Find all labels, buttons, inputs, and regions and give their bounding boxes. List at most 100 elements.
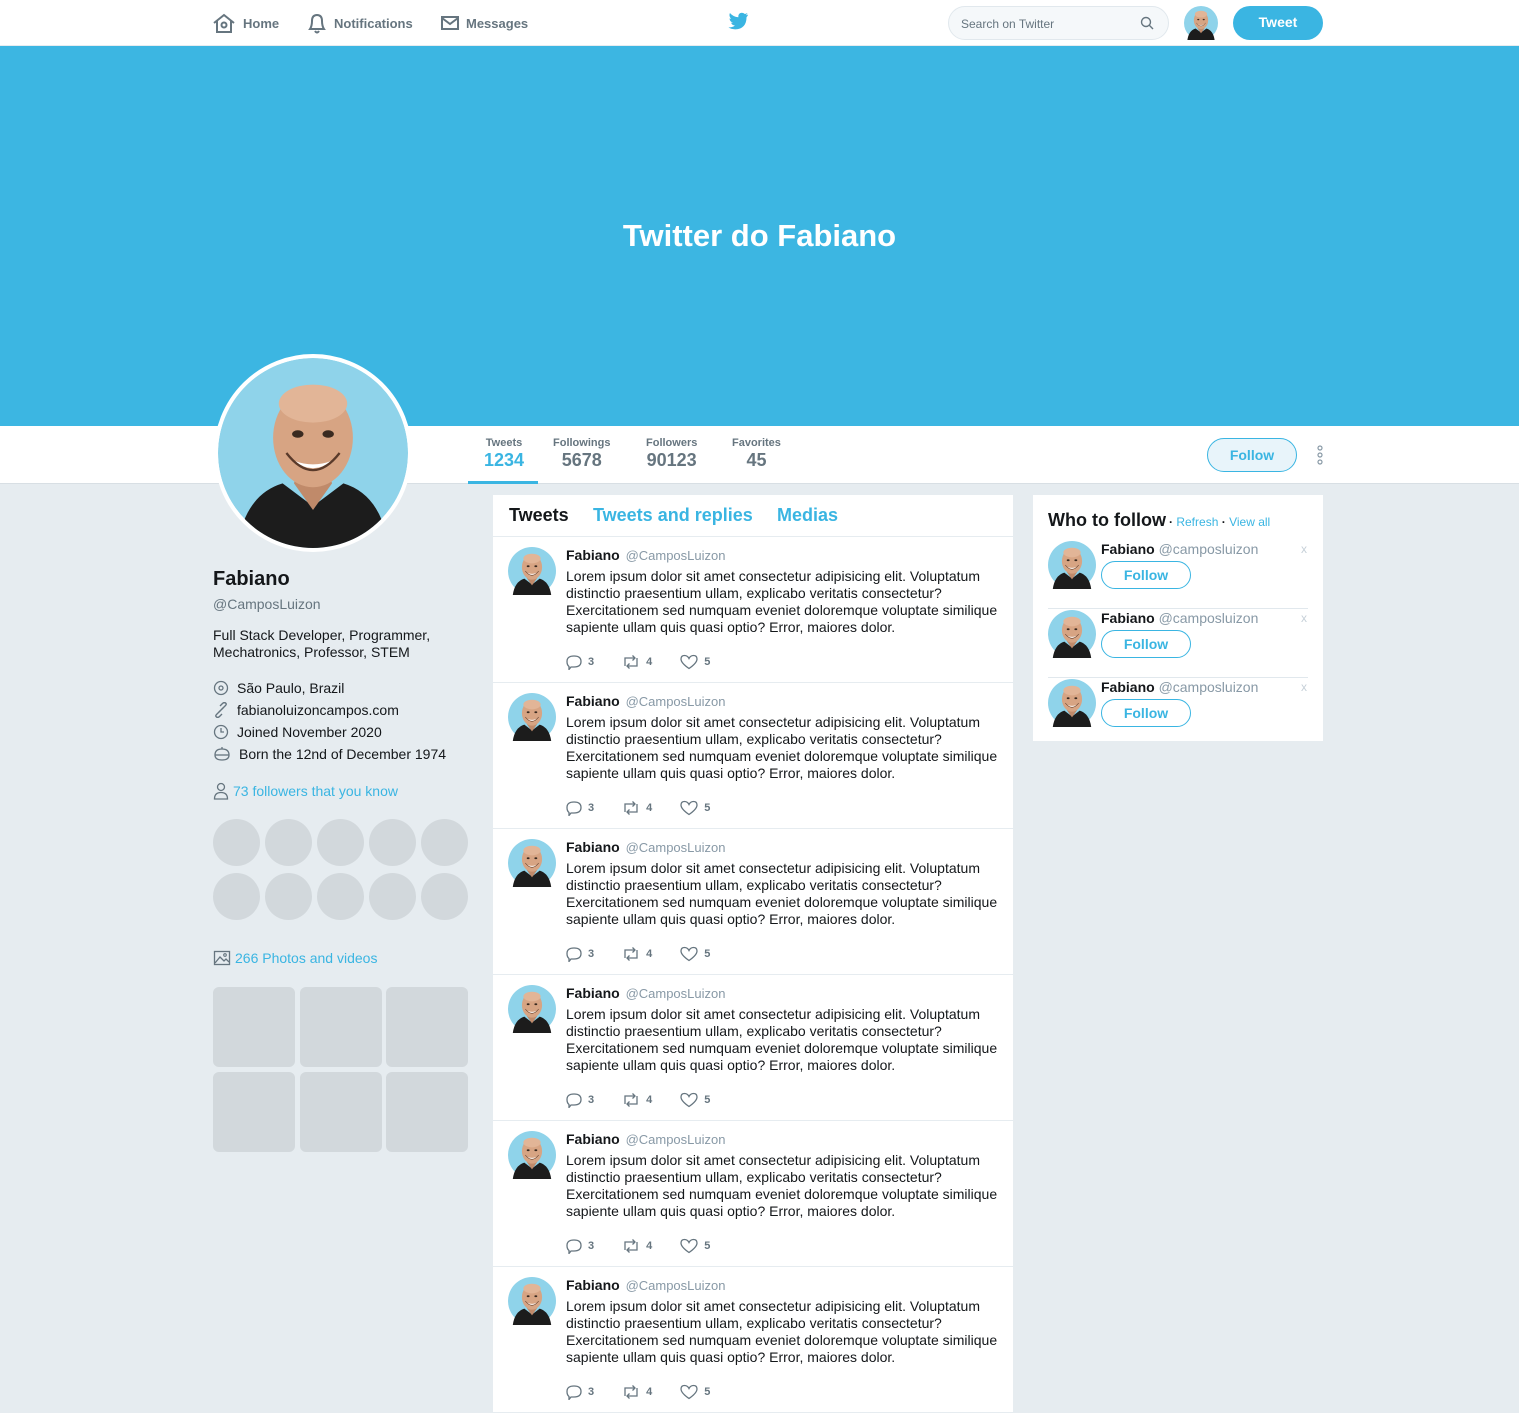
follower-avatar[interactable] xyxy=(265,819,312,866)
tweet-button[interactable]: Tweet xyxy=(1233,6,1323,40)
tweet[interactable]: Fabiano @CamposLuizon Lorem ipsum dolor … xyxy=(493,1121,1013,1267)
follower-avatar[interactable] xyxy=(369,873,416,920)
reply-button[interactable]: 3 xyxy=(566,1092,594,1108)
media-thumbnail[interactable] xyxy=(386,987,468,1067)
tweet-avatar[interactable] xyxy=(508,1277,556,1325)
reply-button[interactable]: 3 xyxy=(566,1238,594,1254)
suggestion-handle[interactable]: @camposluizon xyxy=(1159,541,1259,557)
profile-website-text[interactable]: fabianoluizoncampos.com xyxy=(237,702,399,718)
profile-avatar[interactable] xyxy=(214,354,412,552)
tweet-author-name[interactable]: Fabiano xyxy=(566,693,620,709)
tab-tweets[interactable]: Tweets xyxy=(509,505,569,526)
reply-button[interactable]: 3 xyxy=(566,654,594,670)
tweet-author-handle[interactable]: @CamposLuizon xyxy=(626,548,726,563)
twitter-bird-icon[interactable] xyxy=(728,12,749,30)
dismiss-button[interactable]: x xyxy=(1301,611,1307,625)
like-button[interactable]: 5 xyxy=(680,1092,710,1108)
retweet-button[interactable]: 4 xyxy=(622,1092,652,1108)
tweet-author-name[interactable]: Fabiano xyxy=(566,1131,620,1147)
profile-website[interactable]: fabianoluizoncampos.com xyxy=(213,701,399,719)
follow-button[interactable]: Follow xyxy=(1207,438,1297,472)
nav-home[interactable]: Home xyxy=(212,11,279,35)
media-thumbnail[interactable] xyxy=(213,1072,295,1152)
like-button[interactable]: 5 xyxy=(680,946,710,962)
more-icon[interactable] xyxy=(1314,445,1326,465)
follower-avatar[interactable] xyxy=(213,873,260,920)
tweet-avatar[interactable] xyxy=(508,693,556,741)
tweet-author-handle[interactable]: @CamposLuizon xyxy=(626,840,726,855)
tweet-avatar[interactable] xyxy=(508,547,556,595)
search-icon[interactable] xyxy=(1140,16,1154,30)
tab-tweets-and-replies[interactable]: Tweets and replies xyxy=(593,505,753,526)
tweet-author-handle[interactable]: @CamposLuizon xyxy=(626,1132,726,1147)
media-thumbnail[interactable] xyxy=(300,1072,382,1152)
tweet[interactable]: Fabiano @CamposLuizon Lorem ipsum dolor … xyxy=(493,683,1013,829)
tweet[interactable]: Fabiano @CamposLuizon Lorem ipsum dolor … xyxy=(493,829,1013,975)
suggestion-name[interactable]: Fabiano xyxy=(1101,679,1155,695)
follower-avatar[interactable] xyxy=(317,819,364,866)
stat-followings[interactable]: Followings 5678 xyxy=(553,437,610,471)
tweet-author-name[interactable]: Fabiano xyxy=(566,985,620,1001)
nav-avatar[interactable] xyxy=(1184,6,1218,40)
suggestion-name[interactable]: Fabiano xyxy=(1101,610,1155,626)
reply-button[interactable]: 3 xyxy=(566,800,594,816)
follower-avatar[interactable] xyxy=(421,873,468,920)
media-thumbnail[interactable] xyxy=(213,987,295,1067)
stat-tweets[interactable]: Tweets 1234 xyxy=(484,437,524,471)
tweet[interactable]: Fabiano @CamposLuizon Lorem ipsum dolor … xyxy=(493,1267,1013,1413)
like-button[interactable]: 5 xyxy=(680,1238,710,1254)
media-thumbnail[interactable] xyxy=(300,987,382,1067)
tweet-author-name[interactable]: Fabiano xyxy=(566,547,620,563)
suggestion-follow-button[interactable]: Follow xyxy=(1101,630,1191,658)
dismiss-button[interactable]: x xyxy=(1301,542,1307,556)
tweet[interactable]: Fabiano @CamposLuizon Lorem ipsum dolor … xyxy=(493,975,1013,1121)
retweet-button[interactable]: 4 xyxy=(622,1384,652,1400)
follower-avatar[interactable] xyxy=(421,819,468,866)
reply-button[interactable]: 3 xyxy=(566,946,594,962)
stat-favorites[interactable]: Favorites 45 xyxy=(732,437,781,471)
tweet-avatar[interactable] xyxy=(508,839,556,887)
nav-messages[interactable]: Messages xyxy=(441,11,528,35)
stat-followers[interactable]: Followers 90123 xyxy=(646,437,697,471)
follower-avatar[interactable] xyxy=(265,873,312,920)
view-all-link[interactable]: View all xyxy=(1229,515,1270,529)
dismiss-button[interactable]: x xyxy=(1301,680,1307,694)
suggestion-follow-button[interactable]: Follow xyxy=(1101,561,1191,589)
like-button[interactable]: 5 xyxy=(680,800,710,816)
reply-count: 3 xyxy=(588,656,595,668)
retweet-button[interactable]: 4 xyxy=(622,654,652,670)
follower-avatar[interactable] xyxy=(369,819,416,866)
nav-notifications[interactable]: Notifications xyxy=(307,11,413,35)
tweet-avatar[interactable] xyxy=(508,985,556,1033)
media-thumbnail[interactable] xyxy=(386,1072,468,1152)
follower-avatar[interactable] xyxy=(317,873,364,920)
refresh-link[interactable]: Refresh xyxy=(1176,515,1218,529)
suggestion-avatar[interactable] xyxy=(1048,541,1096,589)
tweet-author-handle[interactable]: @CamposLuizon xyxy=(626,694,726,709)
retweet-button[interactable]: 4 xyxy=(622,800,652,816)
tab-medias[interactable]: Medias xyxy=(777,505,838,526)
photos-videos-text[interactable]: 266 Photos and videos xyxy=(235,950,377,966)
followers-you-know-text[interactable]: 73 followers that you know xyxy=(233,783,398,799)
tweet-author-name[interactable]: Fabiano xyxy=(566,839,620,855)
like-button[interactable]: 5 xyxy=(680,1384,710,1400)
like-button[interactable]: 5 xyxy=(680,654,710,670)
suggestion-name[interactable]: Fabiano xyxy=(1101,541,1155,557)
retweet-button[interactable]: 4 xyxy=(622,1238,652,1254)
tweet[interactable]: Fabiano @CamposLuizon Lorem ipsum dolor … xyxy=(493,537,1013,683)
suggestion-follow-button[interactable]: Follow xyxy=(1101,699,1191,727)
followers-you-know-link[interactable]: 73 followers that you know xyxy=(213,782,398,800)
tweet-author-name[interactable]: Fabiano xyxy=(566,1277,620,1293)
suggestion-handle[interactable]: @camposluizon xyxy=(1159,610,1259,626)
follower-avatar[interactable] xyxy=(213,819,260,866)
reply-button[interactable]: 3 xyxy=(566,1384,594,1400)
retweet-button[interactable]: 4 xyxy=(622,946,652,962)
suggestion-handle[interactable]: @camposluizon xyxy=(1159,679,1259,695)
suggestion-avatar[interactable] xyxy=(1048,679,1096,727)
suggestion-avatar[interactable] xyxy=(1048,610,1096,658)
tweet-author-handle[interactable]: @CamposLuizon xyxy=(626,986,726,1001)
search-input[interactable] xyxy=(961,15,1136,32)
photos-videos-link[interactable]: 266 Photos and videos xyxy=(213,949,377,967)
tweet-author-handle[interactable]: @CamposLuizon xyxy=(626,1278,726,1293)
tweet-avatar[interactable] xyxy=(508,1131,556,1179)
